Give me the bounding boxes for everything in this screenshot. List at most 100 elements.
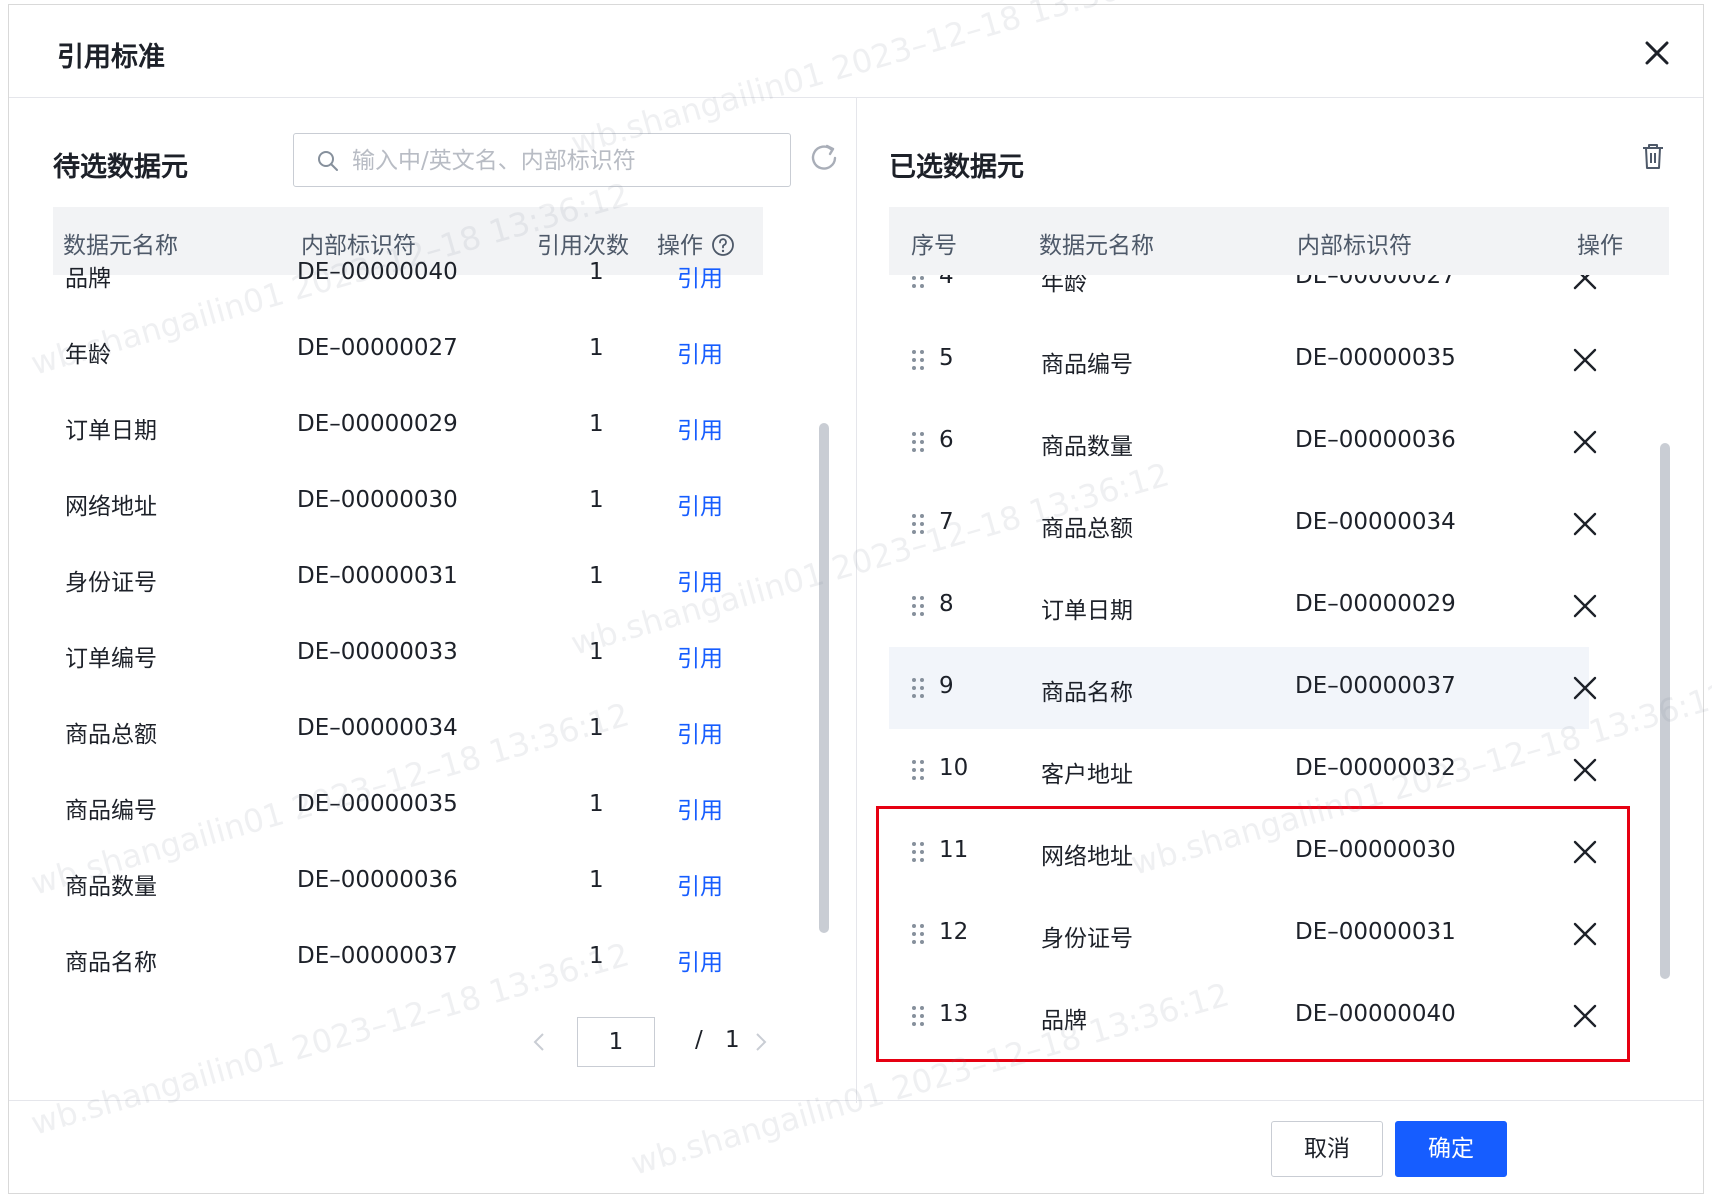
row-id: DE–00000040 (1295, 1001, 1456, 1027)
row-name: 身份证号 (1041, 926, 1133, 952)
selected-row: 4 年龄 DE–00000027 (889, 275, 1597, 319)
remove-icon[interactable] (1572, 675, 1598, 701)
drag-handle-icon[interactable] (911, 841, 925, 863)
col-action: 操作 (1577, 233, 1623, 259)
refresh-icon[interactable] (807, 141, 841, 175)
remove-icon[interactable] (1572, 275, 1598, 291)
row-name: 商品数量 (65, 874, 157, 900)
reference-link[interactable]: 引用 (677, 411, 723, 445)
row-count: 1 (589, 563, 604, 589)
drag-handle-icon[interactable] (911, 677, 925, 699)
confirm-button[interactable]: 确定 (1395, 1121, 1507, 1177)
row-name: 年龄 (65, 342, 111, 368)
selected-row: 7 商品总额 DE–00000034 (889, 483, 1597, 565)
chevron-left-icon[interactable] (529, 1031, 551, 1053)
row-seq: 4 (939, 275, 954, 289)
page-total: 1 (725, 1027, 740, 1053)
drag-handle-icon[interactable] (911, 513, 925, 535)
remove-icon[interactable] (1572, 593, 1598, 619)
candidate-panel: 待选数据元 数据元名称 内部标识符 引用次数 操作 品牌DE–000000401… (9, 97, 857, 1103)
row-id: DE–00000036 (297, 867, 458, 893)
search-input[interactable] (350, 134, 784, 188)
trash-icon[interactable] (1639, 141, 1667, 171)
reference-link[interactable]: 引用 (677, 259, 723, 293)
row-count: 1 (589, 487, 604, 513)
row-name: 商品名称 (1041, 680, 1133, 706)
row-id: DE–00000032 (1295, 755, 1456, 781)
row-id: DE–00000027 (1295, 275, 1456, 289)
drag-handle-icon[interactable] (911, 1005, 925, 1027)
row-id: DE–00000030 (297, 487, 458, 513)
row-name: 订单日期 (1041, 598, 1133, 624)
remove-icon[interactable] (1572, 511, 1598, 537)
search-icon (318, 151, 338, 171)
reference-link[interactable]: 引用 (677, 867, 723, 901)
row-seq: 9 (939, 673, 954, 699)
remove-icon[interactable] (1572, 1003, 1598, 1029)
selected-panel: 已选数据元 序号 数据元名称 内部标识符 操作 4 年龄 DE–00000027 5 商… (857, 97, 1705, 1103)
remove-icon[interactable] (1572, 921, 1598, 947)
selected-table-header: 序号 数据元名称 内部标识符 操作 (889, 207, 1669, 275)
candidate-row: 商品编号 DE–00000035 1 引用 (53, 773, 763, 837)
candidate-row: 商品数量 DE–00000036 1 引用 (53, 849, 763, 913)
row-seq: 7 (939, 509, 954, 535)
row-seq: 12 (939, 919, 969, 945)
reference-link[interactable]: 引用 (677, 563, 723, 597)
candidate-row: 订单编号 DE–00000033 1 引用 (53, 621, 763, 685)
drag-handle-icon[interactable] (911, 275, 925, 289)
row-seq: 13 (939, 1001, 969, 1027)
selected-row: 6 商品数量 DE–00000036 (889, 401, 1597, 483)
search-box[interactable] (293, 133, 791, 188)
candidate-row: 身份证号 DE–00000031 1 引用 (53, 545, 763, 609)
drag-handle-icon[interactable] (911, 595, 925, 617)
row-name: 品牌 (1041, 1008, 1087, 1034)
candidate-panel-title: 待选数据元 (53, 152, 188, 183)
drag-handle-icon[interactable] (911, 759, 925, 781)
remove-icon[interactable] (1572, 839, 1598, 865)
drag-handle-icon[interactable] (911, 349, 925, 371)
row-seq: 5 (939, 345, 954, 371)
selected-row: 8 订单日期 DE–00000029 (889, 565, 1597, 647)
row-id: DE–00000037 (1295, 673, 1456, 699)
selected-panel-title: 已选数据元 (889, 152, 1024, 183)
selected-row: 12 身份证号 DE–00000031 (889, 893, 1597, 975)
row-name: 商品总额 (1041, 516, 1133, 542)
remove-icon[interactable] (1572, 429, 1598, 455)
selected-scrollbar[interactable] (1660, 443, 1670, 979)
page-number-input[interactable] (577, 1017, 655, 1067)
row-name: 订单编号 (65, 646, 157, 672)
row-count: 1 (589, 715, 604, 741)
row-name: 商品数量 (1041, 434, 1133, 460)
row-id: DE–00000027 (297, 335, 458, 361)
remove-icon[interactable] (1572, 347, 1598, 373)
row-name: 网络地址 (1041, 844, 1133, 870)
selected-row: 13 品牌 DE–00000040 (889, 975, 1597, 1057)
selected-table-body: 4 年龄 DE–00000027 5 商品编号 DE–00000035 6 商品数量 DE–00… (889, 275, 1669, 1075)
cancel-button[interactable]: 取消 (1271, 1121, 1383, 1177)
reference-link[interactable]: 引用 (677, 715, 723, 749)
col-name: 数据元名称 (1039, 233, 1154, 259)
reference-link[interactable]: 引用 (677, 791, 723, 825)
selected-row: 11 网络地址 DE–00000030 (889, 811, 1597, 893)
row-name: 客户地址 (1041, 762, 1133, 788)
drag-handle-icon[interactable] (911, 923, 925, 945)
reference-link[interactable]: 引用 (677, 639, 723, 673)
candidate-scrollbar[interactable] (819, 423, 829, 933)
row-seq: 11 (939, 837, 969, 863)
reference-link[interactable]: 引用 (677, 487, 723, 521)
reference-link[interactable]: 引用 (677, 335, 723, 369)
candidate-row: 年龄 DE–00000027 1 引用 (53, 317, 763, 381)
reference-link[interactable]: 引用 (677, 943, 723, 977)
row-name: 品牌 (65, 266, 111, 292)
row-id: DE–00000031 (297, 563, 458, 589)
remove-icon[interactable] (1572, 757, 1598, 783)
close-icon[interactable] (1639, 35, 1675, 71)
row-count: 1 (589, 259, 604, 285)
drag-handle-icon[interactable] (911, 431, 925, 453)
row-seq: 6 (939, 427, 954, 453)
row-id: DE–00000036 (1295, 427, 1456, 453)
selected-row: 5 商品编号 DE–00000035 (889, 319, 1597, 401)
row-name: 商品编号 (65, 798, 157, 824)
chevron-right-icon[interactable] (749, 1031, 771, 1053)
row-seq: 10 (939, 755, 969, 781)
